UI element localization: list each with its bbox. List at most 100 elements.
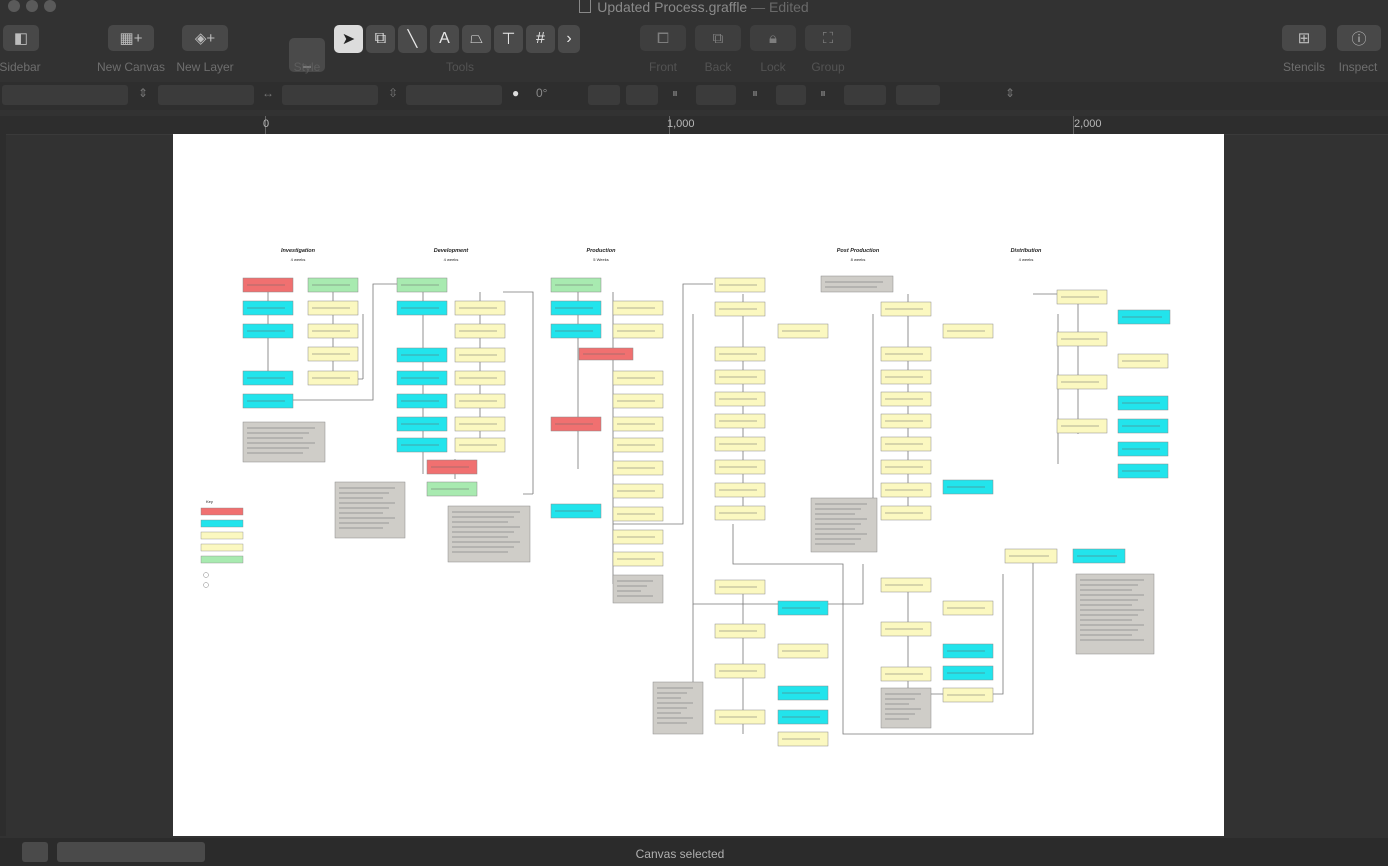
inspect-label: Inspect [1338,60,1378,74]
legend-swatch-yellow [200,531,244,540]
lock-button[interactable]: 🔒︎ [750,25,796,51]
rotation-value[interactable]: 0° [536,86,547,100]
lock-icon: 🔒︎ [769,29,777,47]
more-tools-button[interactable]: › [558,25,580,53]
phase-title: Distribution [1011,248,1042,254]
new-canvas-label: New Canvas [96,60,166,74]
width-field[interactable] [282,85,378,105]
geometry-bar: ⇕ ↔ ⇳ ● 0° ⏸ ⏸ ⏸ ⇕ [0,82,1388,110]
back-label: Back [704,60,732,74]
new-layer-button[interactable]: ◈+ [182,25,228,51]
document-icon [579,0,592,13]
selection-tool-button[interactable]: ➤ [334,25,363,53]
window-title: Updated Process.graffle — Edited [0,0,1388,15]
rotation-knob-icon[interactable]: ● [512,86,519,100]
phase-duration: 5 Weeks [593,257,609,262]
phase-title: Production [586,248,616,254]
phase-title: Investigation [281,248,316,254]
new-canvas-button[interactable]: ▦+ [108,25,154,51]
fill-color-well[interactable] [696,85,736,105]
text-tool-button[interactable]: A [430,25,459,53]
shapes-icon: ⧉ [374,30,387,47]
x-position-field[interactable] [2,85,128,105]
legend-swatch-cyan [200,519,244,528]
sidebar-label: Sidebar [0,60,41,74]
legend-marker [203,572,209,578]
height-field[interactable] [406,85,502,105]
main-toolbar: ◧ Sidebar ▦+ New Canvas ◈+ New Layer Sty… [0,16,1388,78]
bring-front-icon: ⧠ [656,29,669,47]
phase-duration: 4 weeks [291,257,306,262]
text-icon: A [439,30,450,47]
stroke-color-well[interactable] [776,85,806,105]
line-style-popup[interactable] [844,85,886,105]
pen-tool-button[interactable]: ⏢ [462,25,491,53]
grid-icon: # [536,30,545,47]
horizontal-ruler: 0 1,000 2,000 [0,116,1388,135]
note-box[interactable] [334,481,406,539]
stencils-label: Stencils [1282,60,1326,74]
line-width-field[interactable] [896,85,940,105]
line-tool-button[interactable]: ╲ [398,25,427,53]
align-button[interactable] [588,85,620,105]
front-button[interactable]: ⧠ [640,25,686,51]
info-icon: ⓘ [1351,30,1367,48]
line-icon: ╲ [407,31,418,48]
diagram-icon: ⊤ [501,31,516,48]
sidebar-button[interactable]: ◧ [3,25,39,51]
line-separator-icon: ⏸ [820,86,827,100]
lock-label: Lock [760,60,786,74]
note-box[interactable] [1075,573,1155,655]
stencils-icon: ⊞ [1297,30,1311,47]
new-canvas-icon: ▦+ [119,30,143,47]
send-back-icon: ⧉ [712,29,724,47]
tools-group: ➤ ⧉ ╲ A ⏢ ⊤ # › [334,25,580,53]
shadow-separator-icon: ⏸ [752,86,759,100]
group-label: Group [811,60,845,74]
chevron-right-icon: › [566,30,572,47]
ruler-mark-1000: 1,000 [667,118,695,130]
front-label: Front [648,60,678,74]
legend-swatch-red [200,507,244,516]
phase-title: Development [434,248,470,254]
ruler-mark-2000: 2,000 [1074,118,1102,130]
vertical-size-icon: ⇳ [388,86,399,100]
phase-duration: 4 weeks [444,257,459,262]
stepper-icon[interactable]: ⇕ [1005,86,1015,100]
back-button[interactable]: ⧉ [695,25,741,51]
stencils-button[interactable]: ⊞ [1282,25,1326,51]
flowchart-diagram[interactable]: Investigation Development Production Pos… [173,134,1224,836]
new-layer-label: New Layer [176,60,234,74]
flowchart-nodes[interactable] [242,275,1171,747]
legend-swatch-yellow-2 [200,543,244,552]
grid-tool-button[interactable]: # [526,25,555,53]
legend: Key [200,499,244,588]
note-box[interactable] [820,275,894,293]
width-arrow-icon: ↔ [262,86,274,100]
note-box[interactable] [612,574,664,604]
legend-title: Key [206,499,213,504]
status-bar: Canvas selected [0,838,1388,866]
group-button[interactable]: ⛶ [805,25,851,51]
status-text: Canvas selected [635,847,725,861]
group-icon: ⛶ [822,29,834,47]
phase-duration: 4 weeks [1019,257,1034,262]
title-bar: Updated Process.graffle — Edited [0,0,1388,16]
canvas[interactable]: Investigation Development Production Pos… [173,134,1224,836]
inspect-button[interactable]: ⓘ [1337,25,1381,51]
stroke-separator-icon: ⏸ [672,86,679,100]
note-box[interactable] [447,505,531,563]
phase-duration: 8 weeks [851,257,866,262]
sidebar-icon: ◧ [13,30,29,47]
diagram-tool-button[interactable]: ⊤ [494,25,523,53]
bezier-icon: ⏢ [470,30,483,47]
legend-swatch-green [200,555,244,564]
y-position-field[interactable] [158,85,254,105]
legend-marker [203,582,209,588]
style-label: Style [293,60,321,74]
phase-title: Post Production [837,248,880,254]
height-arrow-icon: ⇕ [138,86,149,100]
distribute-button[interactable] [626,85,658,105]
tools-label: Tools [445,60,475,74]
shape-tool-button[interactable]: ⧉ [366,25,395,53]
